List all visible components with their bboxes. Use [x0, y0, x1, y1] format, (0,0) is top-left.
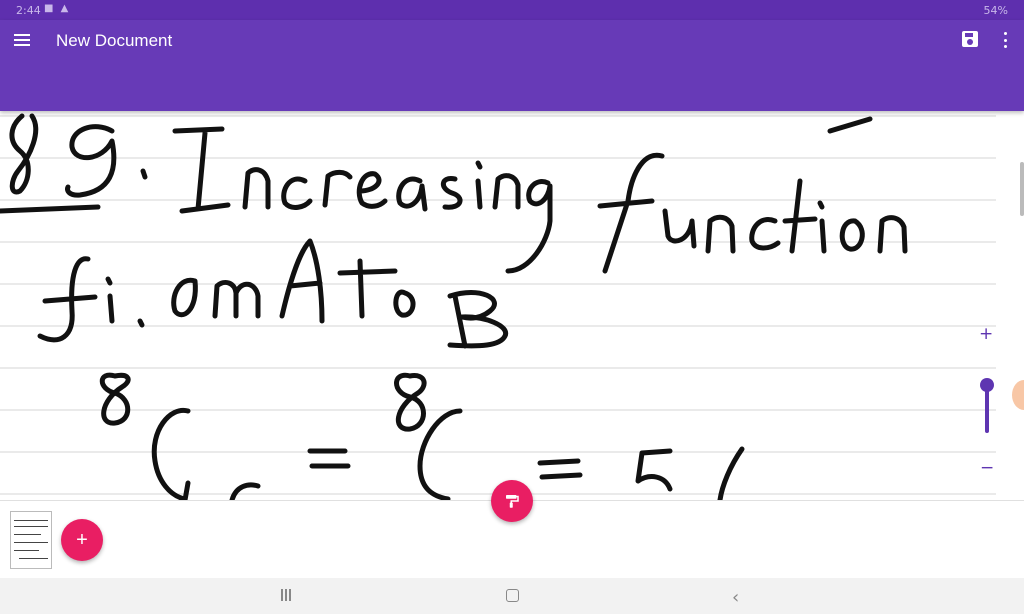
zoom-slider-thumb[interactable]: [980, 378, 994, 392]
handwritten-strokes: [0, 113, 908, 500]
hamburger-menu-icon[interactable]: [12, 30, 32, 50]
app-bar: New Document: [0, 20, 1024, 111]
document-title: New Document: [56, 31, 173, 50]
battery-level: 54%: [983, 4, 1008, 17]
note-canvas[interactable]: [0, 111, 996, 500]
vertical-scrollbar[interactable]: [1020, 162, 1024, 216]
ruled-lines: [0, 115, 996, 495]
floating-paint-roller-button[interactable]: [491, 480, 533, 522]
status-time: 2:44: [16, 4, 41, 17]
zoom-in-icon[interactable]: +: [979, 324, 993, 344]
ruled-handwriting-layer: [0, 113, 996, 500]
status-bar: 2:44 ■ ▲ 54%: [0, 0, 1024, 20]
more-options-icon[interactable]: [1004, 32, 1008, 48]
recents-icon[interactable]: [281, 589, 293, 603]
system-navigation-bar: ‹: [0, 578, 1024, 614]
home-icon[interactable]: [506, 589, 519, 602]
add-page-button[interactable]: +: [61, 519, 103, 561]
status-notification-icons: ■ ▲: [44, 3, 71, 14]
zoom-out-icon[interactable]: −: [980, 458, 994, 478]
paint-roller-icon: [506, 495, 519, 508]
back-icon[interactable]: ‹: [732, 587, 739, 608]
page-thumbnail[interactable]: [10, 511, 52, 569]
save-icon[interactable]: [962, 31, 978, 47]
zoom-slider-track[interactable]: [985, 385, 989, 433]
